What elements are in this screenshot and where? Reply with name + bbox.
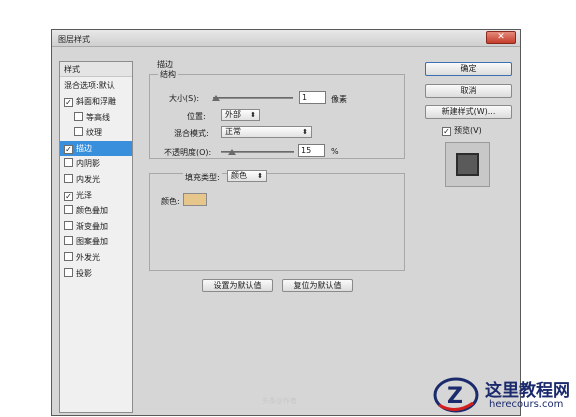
style-item[interactable]: 颜色叠加 [60,203,132,218]
watermark-title: 这里教程网 [485,381,570,401]
styles-list: 样式 混合选项:默认 ✓ 斜面和浮雕 等高线 纹理 ✓ 描边 内阴影 内发光 ✓ 光泽 颜色叠加 渐变… [59,61,133,413]
style-item[interactable]: ✓ 斜面和浮雕 [60,94,132,109]
checkbox-icon[interactable] [64,158,73,168]
checkbox-icon[interactable] [74,111,83,121]
checkbox-icon[interactable] [64,267,73,277]
style-item-label: 内阴影 [76,159,100,169]
style-item-label: 渐变叠加 [76,221,108,231]
checkbox-icon[interactable] [64,174,73,183]
style-item[interactable]: 投影 [60,266,132,281]
blending-options-item[interactable]: 混合选项:默认 [60,78,132,93]
checkbox-checked-icon[interactable]: ✓ [64,98,73,107]
cancel-button[interactable]: 取消 [425,84,512,98]
color-swatch[interactable] [183,193,207,206]
opacity-label: 不透明度(O): [164,148,212,157]
dialog-title: 图层样式 [58,35,90,44]
opacity-unit: % [331,147,339,156]
blend-mode-value: 正常 [225,127,241,136]
style-item[interactable]: 内阴影 [60,156,132,171]
size-slider[interactable] [213,97,293,99]
size-unit: 像素 [331,95,347,104]
checkbox-icon[interactable] [64,252,73,261]
style-item[interactable]: ✓ 光泽 [60,188,132,203]
checkbox-icon[interactable] [64,205,73,215]
reset-default-button[interactable]: 复位为默认值 [282,279,353,292]
checkbox-icon[interactable] [64,220,73,230]
style-item[interactable]: ✓ 描边 [60,140,132,156]
new-style-button[interactable]: 新建样式(W)... [425,105,512,119]
checkbox-icon[interactable] [74,127,83,137]
style-item-label: 投影 [76,268,92,278]
preview-check-icon: ✓ [442,127,451,136]
color-label: 颜色: [161,197,180,206]
style-item[interactable]: 图案叠加 [60,234,132,249]
faint-watermark: 头条@作者 [262,397,297,405]
opacity-slider-thumb[interactable] [228,149,236,155]
style-item-label: 斜面和浮雕 [76,97,116,106]
structure-label: 结构 [158,69,178,80]
svg-text:Z: Z [447,384,463,409]
site-logo-icon: Z [433,377,479,413]
fill-group [149,173,405,271]
styles-header[interactable]: 样式 [60,62,132,77]
style-item[interactable]: 纹理 [60,125,132,140]
updown-arrow-icon: ⬍ [250,111,256,119]
preview-swatch [456,153,479,176]
blend-mode-select[interactable]: 正常 ⬍ [221,126,312,138]
style-item-label: 内发光 [76,175,100,184]
fill-type-label: 填充类型: [183,172,222,183]
position-value: 外部 [225,110,241,119]
blend-mode-label: 混合模式: [174,129,209,138]
style-item-label: 等高线 [86,112,110,122]
layer-style-dialog: 图层样式 ✕ 样式 混合选项:默认 ✓ 斜面和浮雕 等高线 纹理 ✓ 描边 内阴影 内发光 ✓ 光… [51,29,521,416]
opacity-input[interactable]: 15 [298,144,325,157]
ok-button[interactable]: 确定 [425,62,512,76]
checkbox-checked-icon[interactable]: ✓ [64,191,73,201]
watermark-url: herecours.com [489,399,564,410]
style-item-label: 颜色叠加 [76,206,108,216]
close-button[interactable]: ✕ [486,31,516,44]
checkbox-checked-icon[interactable]: ✓ [64,144,73,154]
style-item[interactable]: 等高线 [60,110,132,125]
updown-arrow-icon: ⬍ [302,128,308,136]
style-item-label: 纹理 [86,128,102,138]
size-input[interactable]: 1 [299,91,326,104]
style-item-label: 外发光 [76,253,100,262]
style-item[interactable]: 渐变叠加 [60,219,132,234]
fill-type-select[interactable]: 颜色 ⬍ [227,170,267,182]
preview-thumbnail [445,142,490,187]
updown-arrow-icon: ⬍ [257,172,263,180]
style-item-label: 光泽 [76,190,92,200]
size-slider-thumb[interactable] [212,95,220,101]
title-bar: 图层样式 ✕ [52,30,520,47]
fill-type-value: 颜色 [231,171,247,180]
style-item[interactable]: 外发光 [60,250,132,265]
checkbox-icon[interactable] [64,236,73,246]
position-select[interactable]: 外部 ⬍ [221,109,260,121]
make-default-button[interactable]: 设置为默认值 [202,279,273,292]
preview-checkbox[interactable]: ✓ 预览(V) [442,125,482,136]
position-label: 位置: [187,112,206,121]
size-label: 大小(S): [169,94,200,103]
style-item[interactable]: 内发光 [60,172,132,187]
style-item-label: 图案叠加 [76,237,108,247]
style-item-label: 描边 [76,143,92,153]
preview-label: 预览(V) [454,126,482,135]
